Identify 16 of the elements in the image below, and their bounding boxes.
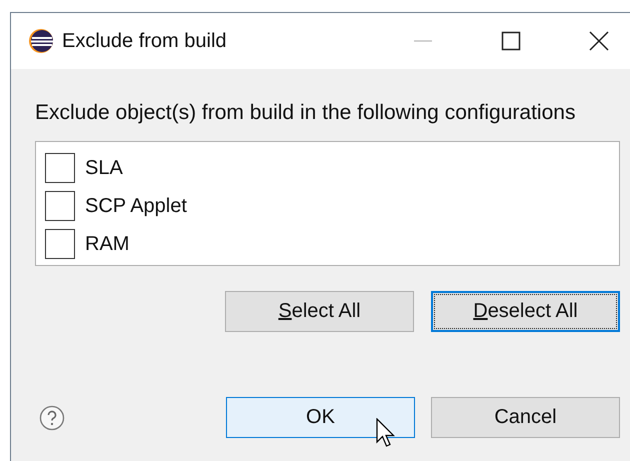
checkbox[interactable] [45, 191, 75, 221]
maximize-icon[interactable] [501, 31, 521, 51]
window-title: Exclude from build [62, 30, 227, 52]
checkbox[interactable] [45, 229, 75, 259]
select-all-button[interactable]: Select All [225, 291, 414, 332]
cancel-button[interactable]: Cancel [431, 397, 620, 438]
app-icon [28, 28, 54, 54]
help-icon[interactable] [39, 404, 65, 430]
checkbox-label: SLA [85, 156, 123, 180]
checkbox[interactable] [45, 153, 75, 183]
ok-button[interactable]: OK [226, 397, 415, 438]
checkbox-label: SCP Applet [85, 194, 187, 218]
instruction-text: Exclude object(s) from build in the following configurations [35, 101, 576, 125]
checkbox-label: RAM [85, 232, 130, 256]
deselect-all-button[interactable]: Deselect All [431, 291, 620, 332]
close-icon[interactable] [589, 31, 609, 51]
